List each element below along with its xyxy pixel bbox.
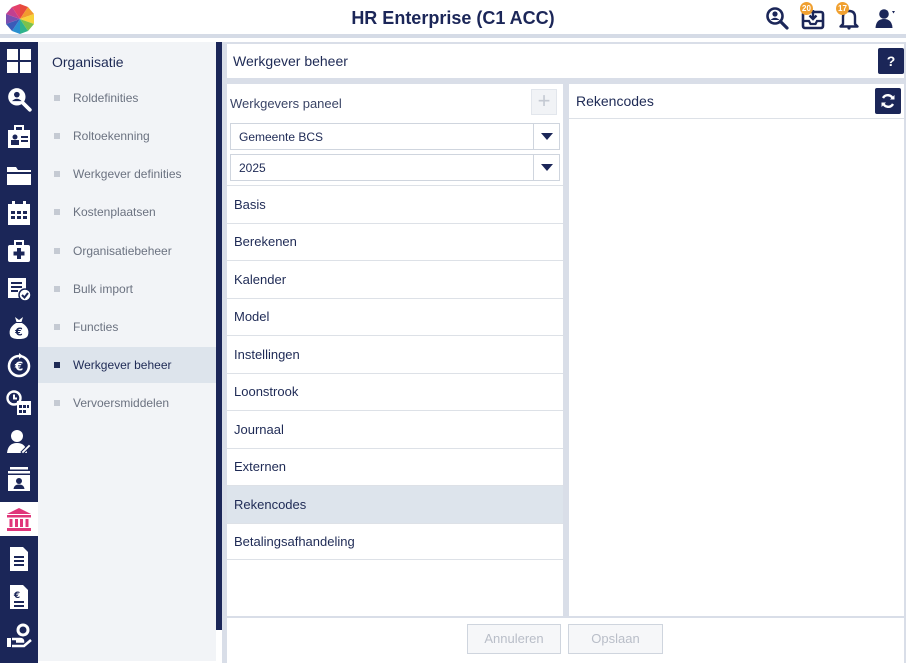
- main-content: Werkgever beheer ? Werkgevers paneel + G…: [222, 42, 906, 663]
- list-item-berekenen[interactable]: Berekenen: [227, 222, 563, 261]
- panel-title: Werkgevers paneel: [230, 96, 342, 111]
- money-bag-icon[interactable]: €: [0, 310, 38, 344]
- folder-icon[interactable]: [0, 158, 38, 192]
- list-item-kalender[interactable]: Kalender: [227, 260, 563, 298]
- subnav-item-label: Werkgever definities: [73, 167, 182, 181]
- subnav-item-functies[interactable]: Functies: [38, 309, 216, 345]
- bullet-icon: [54, 171, 60, 177]
- list-item-rekencodes[interactable]: Rekencodes: [227, 485, 563, 523]
- main-navigation-rail: € € €: [0, 42, 38, 663]
- divider: [569, 118, 904, 119]
- subnav-item-label: Functies: [73, 320, 119, 334]
- subnav-item-werkgever-beheer[interactable]: Werkgever beheer: [38, 347, 216, 383]
- chevron-down-icon[interactable]: [533, 124, 559, 149]
- notification-badge: 17: [836, 2, 849, 15]
- document-icon[interactable]: [0, 542, 38, 576]
- subnav-item-vervoersmiddelen[interactable]: Vervoersmiddelen: [38, 385, 216, 421]
- list-item-journaal[interactable]: Journaal: [227, 410, 563, 448]
- schedule-icon[interactable]: [0, 386, 38, 420]
- subnav-item-label: Roldefinities: [73, 91, 139, 105]
- subnav-item-kostenplaatsen[interactable]: Kostenplaatsen: [38, 194, 216, 230]
- header-actions: 20 17: [764, 2, 898, 31]
- year-select[interactable]: 2025: [230, 154, 560, 181]
- euro-cycle-icon[interactable]: €: [0, 348, 38, 382]
- svg-text:€: €: [13, 591, 20, 601]
- panel-title: Rekencodes: [576, 93, 654, 109]
- werkgevers-panel: Werkgevers paneel + Gemeente BCS 2025 Ba…: [227, 84, 563, 616]
- user-icon[interactable]: [872, 5, 898, 31]
- page-title: Werkgever beheer: [233, 53, 348, 69]
- subnav-item-roldefinities[interactable]: Roldefinities: [38, 80, 216, 116]
- bullet-icon: [54, 95, 60, 101]
- svg-text:€: €: [14, 360, 23, 374]
- svg-text:€: €: [14, 326, 23, 339]
- refresh-button[interactable]: [875, 88, 901, 114]
- subnav-item-bulk-import[interactable]: Bulk import: [38, 271, 216, 307]
- subnav-title: Organisatie: [52, 54, 124, 70]
- list-item-externen[interactable]: Externen: [227, 447, 563, 486]
- bullet-icon: [54, 209, 60, 215]
- list-item-instellingen[interactable]: Instellingen: [227, 335, 563, 373]
- rekencodes-panel: Rekencodes: [569, 84, 904, 616]
- bullet-icon: [54, 286, 60, 292]
- bank-icon[interactable]: [0, 502, 38, 536]
- id-card-icon[interactable]: [0, 462, 38, 496]
- search-user-icon[interactable]: [0, 82, 38, 116]
- subnav-item-label: Kostenplaatsen: [73, 205, 156, 219]
- bullet-icon: [54, 400, 60, 406]
- inbox-badge: 20: [800, 2, 813, 15]
- subnav-item-roltoekenning[interactable]: Roltoekenning: [38, 118, 216, 154]
- employer-select-value: Gemeente BCS: [239, 129, 324, 144]
- subnav-item-label: Vervoersmiddelen: [73, 396, 170, 410]
- subnav-item-label: Organisatiebeheer: [73, 244, 172, 258]
- subnav-item-label: Bulk import: [73, 282, 134, 296]
- subnav-item-label: Roltoekenning: [73, 129, 150, 143]
- subnav-item-label: Werkgever beheer: [73, 358, 172, 372]
- year-select-value: 2025: [239, 160, 266, 175]
- add-button[interactable]: +: [531, 89, 557, 115]
- person-edit-icon[interactable]: [0, 424, 38, 458]
- dashboard-icon[interactable]: [0, 44, 38, 78]
- checklist-icon[interactable]: [0, 272, 38, 306]
- save-button[interactable]: Opslaan: [568, 624, 663, 654]
- list-item-loonstrook[interactable]: Loonstrook: [227, 372, 563, 411]
- medical-kit-icon[interactable]: [0, 234, 38, 268]
- bullet-icon: [54, 362, 60, 368]
- bullet-icon: [54, 324, 60, 330]
- page-header: Werkgever beheer ?: [227, 44, 904, 78]
- euro-document-icon[interactable]: €: [0, 580, 38, 614]
- subnav-item-werkgever-definities[interactable]: Werkgever definities: [38, 156, 216, 192]
- sub-navigation: Organisatie Roldefinities Roltoekenning …: [38, 42, 216, 661]
- refresh-icon: [881, 94, 895, 108]
- hand-coin-icon[interactable]: [0, 618, 38, 652]
- employer-select[interactable]: Gemeente BCS: [230, 123, 560, 150]
- employee-badge-icon[interactable]: [0, 120, 38, 154]
- top-bar: HR Enterprise (C1 ACC) 20 17: [0, 0, 906, 38]
- bullet-icon: [54, 248, 60, 254]
- list-item-betalingsafhandeling[interactable]: Betalingsafhandeling: [227, 522, 563, 560]
- help-button[interactable]: ?: [878, 48, 904, 74]
- search-user-icon[interactable]: [764, 5, 790, 31]
- chevron-down-icon[interactable]: [533, 155, 559, 180]
- list-item-basis[interactable]: Basis: [227, 185, 563, 223]
- calendar-icon[interactable]: [0, 196, 38, 230]
- form-footer: Annuleren Opslaan: [227, 618, 904, 663]
- bell-icon[interactable]: 17: [836, 2, 862, 31]
- bullet-icon: [54, 133, 60, 139]
- werkgever-menu-list: Basis Berekenen Kalender Model Instellin…: [227, 185, 563, 560]
- inbox-icon[interactable]: 20: [800, 2, 826, 31]
- cancel-button[interactable]: Annuleren: [467, 624, 561, 654]
- subnav-item-organisatiebeheer[interactable]: Organisatiebeheer: [38, 233, 216, 269]
- list-item-model[interactable]: Model: [227, 297, 563, 336]
